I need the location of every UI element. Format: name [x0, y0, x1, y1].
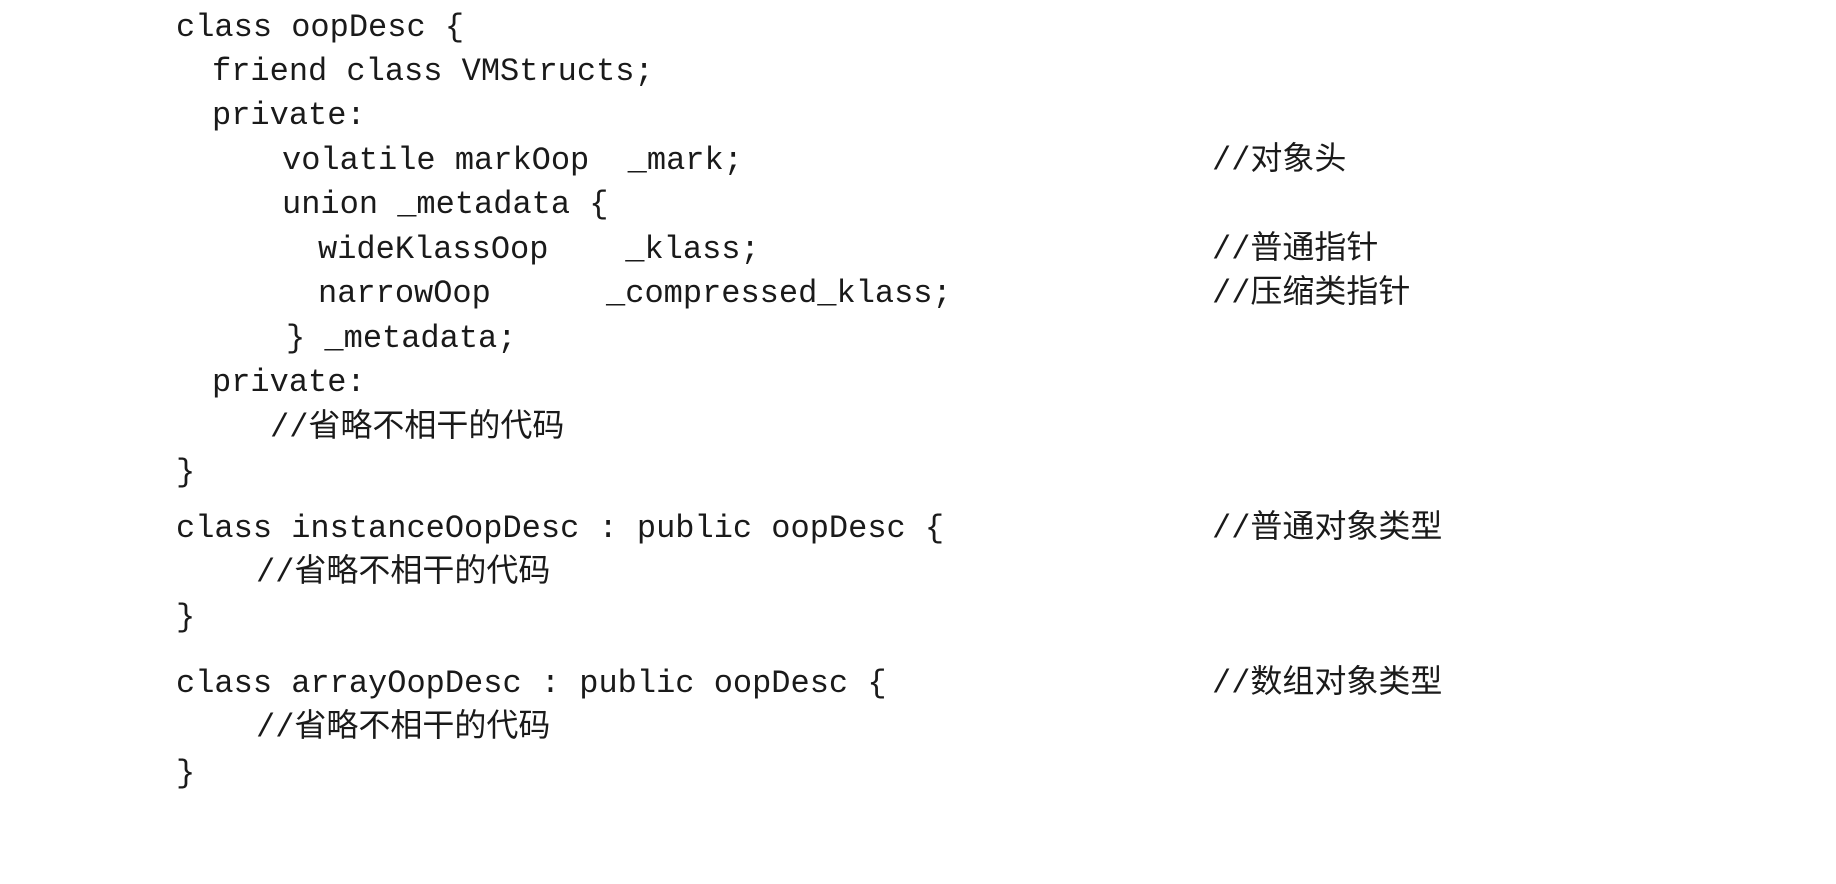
code-line-13: //省略不相干的代码: [0, 551, 1836, 595]
code-comment: //普通指针: [1212, 231, 1379, 268]
code-text: } _metadata;: [286, 320, 517, 357]
code-comment: //普通对象类型: [1212, 510, 1443, 547]
code-text: wideKlassOop _klass;: [318, 231, 760, 268]
code-line-3: private:: [0, 94, 1836, 138]
code-text: friend class VMStructs;: [212, 53, 654, 90]
code-comment: //省略不相干的代码: [256, 554, 551, 591]
code-line-7: narrowOop _compressed_klass; //压缩类指针: [0, 272, 1836, 316]
code-comment: //省略不相干的代码: [270, 409, 565, 446]
code-line-6: wideKlassOop _klass; //普通指针: [0, 228, 1836, 272]
code-text: narrowOop _compressed_klass;: [318, 275, 952, 312]
code-text: union _metadata {: [282, 186, 609, 223]
code-listing: class oopDesc { friend class VMStructs; …: [0, 0, 1836, 808]
code-line-9: private:: [0, 361, 1836, 405]
code-comment: //省略不相干的代码: [256, 709, 551, 746]
code-text: private:: [212, 97, 366, 134]
code-line-16: //省略不相干的代码: [0, 706, 1836, 750]
code-text: }: [176, 599, 196, 636]
code-line-8: } _metadata;: [0, 317, 1836, 361]
code-line-1: class oopDesc {: [0, 6, 1836, 50]
code-text: class oopDesc {: [176, 9, 465, 46]
code-line-4: volatile markOop _mark; //对象头: [0, 139, 1836, 183]
code-line-2: friend class VMStructs;: [0, 50, 1836, 94]
code-line-15: class arrayOopDesc : public oopDesc { //…: [0, 662, 1836, 706]
code-line-10: //省略不相干的代码: [0, 406, 1836, 450]
code-line-5: union _metadata {: [0, 183, 1836, 227]
code-text: class arrayOopDesc : public oopDesc {: [176, 665, 887, 702]
code-text: }: [176, 454, 196, 491]
code-line-11: }: [0, 451, 1836, 495]
code-comment: //压缩类指针: [1212, 275, 1411, 312]
code-text: class instanceOopDesc : public oopDesc {: [176, 510, 945, 547]
code-text: volatile markOop _mark;: [282, 142, 743, 179]
code-comment: //数组对象类型: [1212, 665, 1443, 702]
code-line-17: }: [0, 752, 1836, 796]
code-line-12: class instanceOopDesc : public oopDesc {…: [0, 507, 1836, 551]
code-text: }: [176, 755, 196, 792]
code-text: private:: [212, 364, 366, 401]
code-comment: //对象头: [1212, 142, 1347, 179]
code-line-14: }: [0, 596, 1836, 640]
